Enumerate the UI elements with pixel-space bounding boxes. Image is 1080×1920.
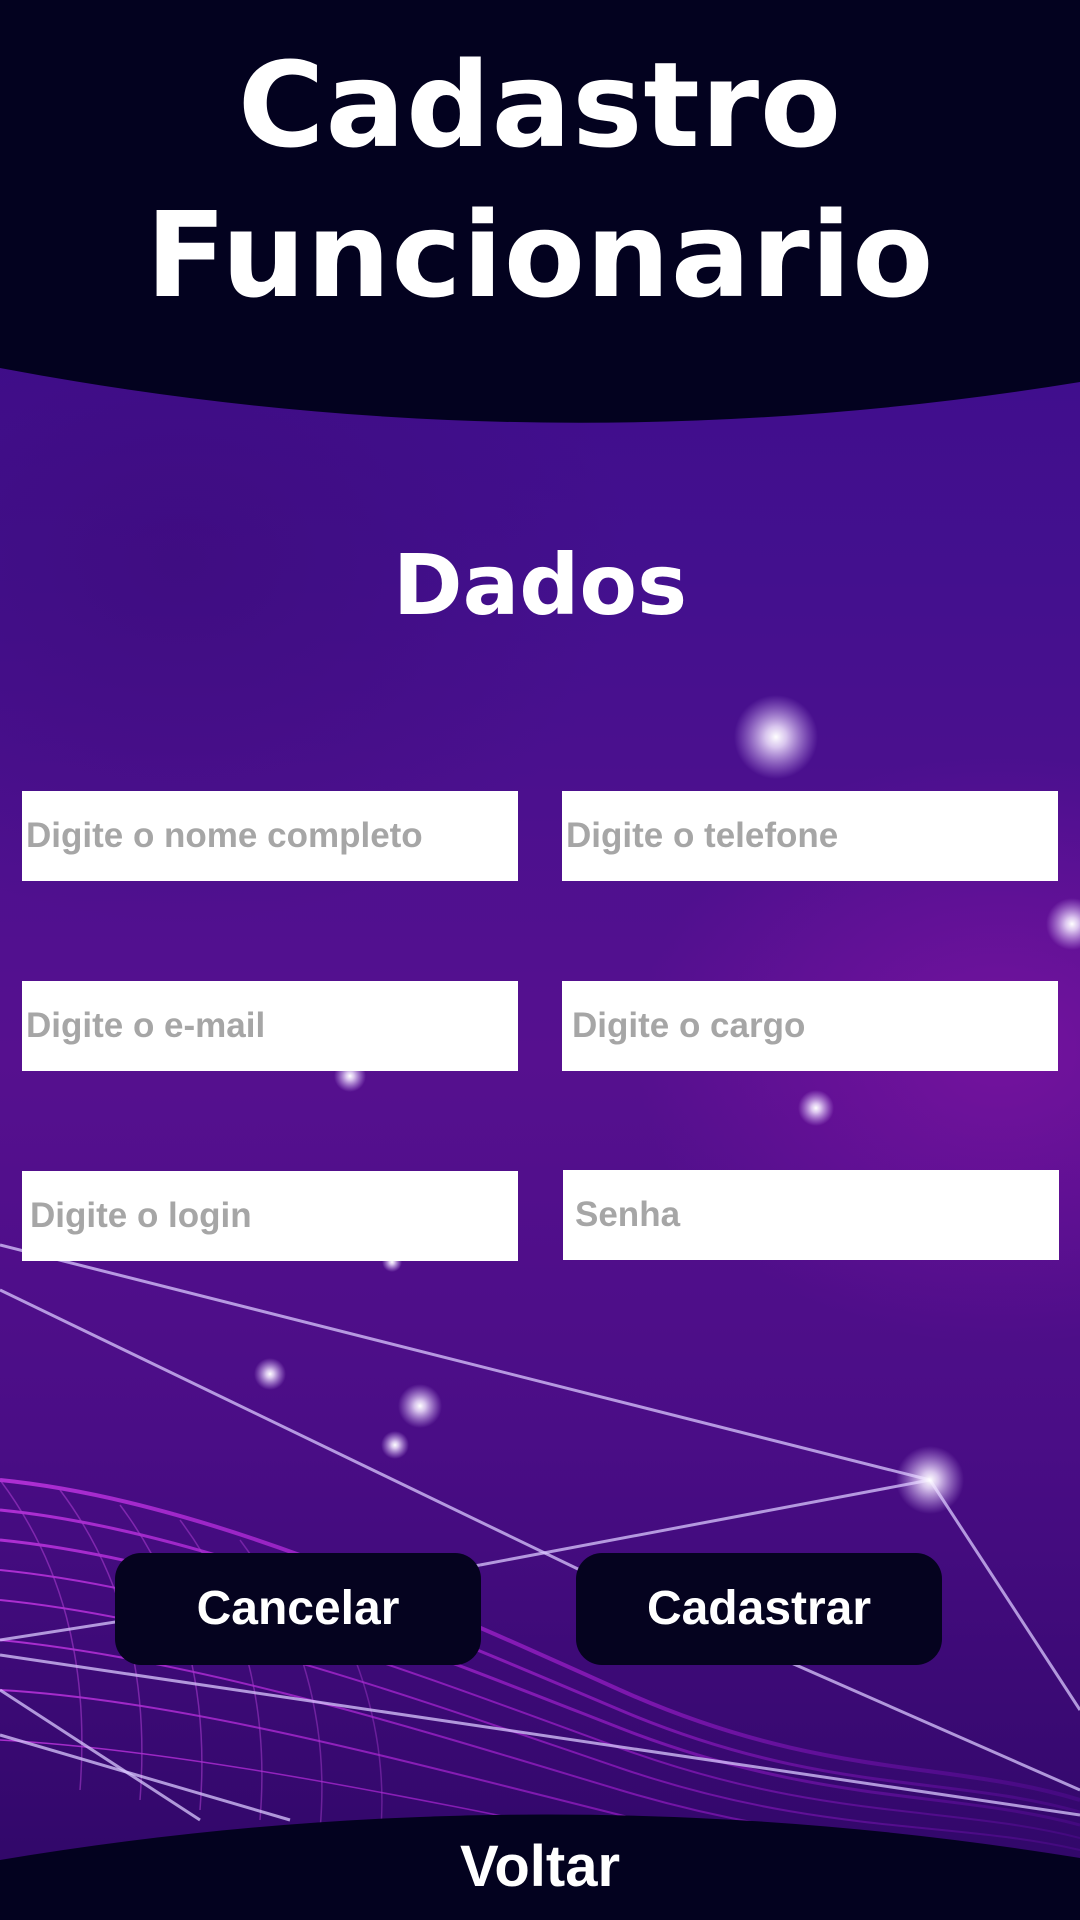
password-input[interactable]	[563, 1170, 1059, 1260]
page-title-line-1: Cadastro	[237, 36, 843, 174]
back-link[interactable]: Voltar	[0, 1832, 1080, 1902]
section-title: Dados	[392, 536, 688, 634]
screen: Cadastro Funcionario Dados Cancelar Cada…	[0, 0, 1080, 1920]
full-name-input[interactable]	[22, 791, 518, 881]
login-input[interactable]	[22, 1171, 518, 1261]
phone-input[interactable]	[562, 791, 1058, 881]
email-input[interactable]	[22, 981, 518, 1071]
cancel-button[interactable]: Cancelar	[115, 1553, 481, 1665]
job-title-input[interactable]	[562, 981, 1058, 1071]
register-button[interactable]: Cadastrar	[576, 1553, 942, 1665]
network-lines	[0, 1243, 1080, 1822]
page-title-line-2: Funcionario	[145, 186, 935, 324]
